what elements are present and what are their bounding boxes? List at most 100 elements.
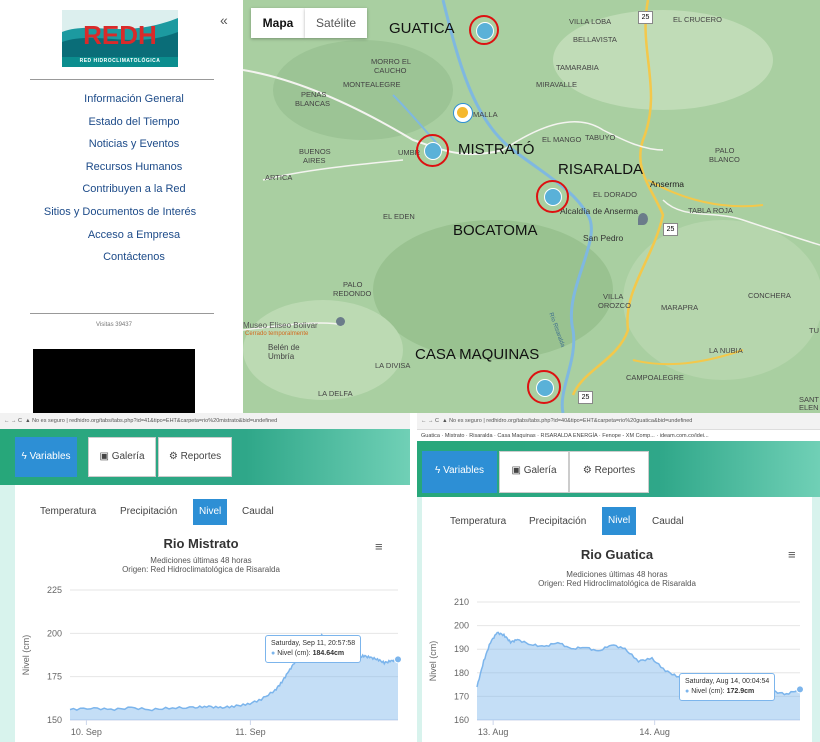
subtab-precipitacion[interactable]: Precipitación [120, 506, 177, 517]
variables-button[interactable]: ϟ Variables [422, 451, 497, 493]
town-label: CAMPOALEGRE [626, 373, 684, 382]
reportes-button[interactable]: ⚙ Reportes [569, 451, 649, 493]
town-label: TABUYO [585, 133, 616, 142]
subtab-nivel[interactable]: Nivel [602, 507, 637, 535]
town-label: VILLA [603, 292, 624, 301]
y-tick-label: 200 [47, 628, 62, 638]
chart-subtitle: Mediciones últimas 48 horas [566, 570, 668, 579]
y-tick-label: 190 [454, 644, 469, 654]
url-text[interactable]: No es seguro | redhidro.org/tabs/tabs.ph… [32, 418, 277, 424]
hover-point[interactable] [796, 685, 804, 694]
town-label: Umbría [268, 352, 295, 361]
image-icon: ▣ [511, 465, 521, 476]
chart-subtitle: Mediciones últimas 48 horas [150, 556, 252, 565]
y-axis-title: Nivel (cm) [428, 641, 438, 682]
nav-contribuyen-a-la-red[interactable]: Contribuyen a la Red [34, 183, 234, 195]
image-icon: ▣ [99, 451, 109, 462]
station-marker-casa-maquinas[interactable] [527, 370, 561, 404]
town-label: TABLA ROJA [688, 206, 733, 215]
x-tick-label: 13. Aug [478, 727, 509, 737]
chart-container: Temperatura Precipitación Nivel Caudal R… [417, 497, 820, 742]
town-label: PENAS [301, 90, 327, 99]
x-tick-label: 11. Sep [235, 727, 265, 737]
town-label: Belén de [268, 343, 300, 352]
warning-icon: ▲ [442, 418, 448, 424]
station-marker-guatica[interactable] [469, 15, 499, 45]
nav-estado-del-tiempo[interactable]: Estado del Tiempo [34, 116, 234, 128]
galeria-button[interactable]: ▣ Galería [88, 437, 156, 477]
chart-subtitle: Origen: Red Hidroclimatológica de Risara… [538, 579, 696, 588]
town-label: BLANCO [709, 155, 740, 164]
poi-status: Cerrado temporalmente [245, 331, 309, 337]
right-browser-panel: ← → C ▲ No es seguro | redhidro.org/tabs… [417, 413, 820, 742]
poi-alcaldia[interactable]: Alcaldía de Anserma [560, 206, 638, 216]
y-axis-title: Nivel (cm) [21, 635, 31, 676]
town-label: MONTEALEGRE [343, 80, 401, 89]
logo-text: REDH [83, 20, 157, 50]
reportes-button[interactable]: ⚙ Reportes [158, 437, 232, 477]
station-label-guatica: GUATICA [389, 20, 455, 37]
town-label: PALO [343, 280, 363, 289]
hover-point[interactable] [394, 655, 402, 664]
tab-toolbar: ϟ Variables ▣ Galería ⚙ Reportes [417, 441, 820, 497]
galeria-button[interactable]: ▣ Galería [499, 451, 569, 493]
nav-noticias-y-eventos[interactable]: Noticias y Eventos [34, 138, 234, 150]
y-tick-label: 180 [454, 668, 469, 678]
chart-tooltip: Saturday, Sep 11, 20:57:58 ● Nivel (cm):… [265, 635, 362, 663]
hamburger-menu-icon[interactable]: ≡ [375, 539, 383, 554]
chart-subtitle: Origen: Red Hidroclimatológica de Risara… [122, 565, 280, 574]
lightning-icon: ϟ [434, 465, 441, 476]
subtab-caudal[interactable]: Caudal [242, 506, 274, 517]
nav-arrows-icon[interactable]: ← → C [421, 418, 439, 424]
town-label: TAMARABIA [556, 63, 599, 72]
nav-recursos-humanos[interactable]: Recursos Humanos [34, 161, 234, 173]
map-tab-mapa[interactable]: Mapa [251, 8, 305, 38]
divider [30, 313, 214, 314]
map-tab-satelite[interactable]: Satélite [305, 8, 367, 38]
sidebar: REDH RED HIDROCLIMATOLÓGICA « Informació… [0, 0, 243, 413]
town-label: CAUCHO [374, 66, 407, 75]
subtab-temperatura[interactable]: Temperatura [450, 516, 506, 527]
town-label: BUENOS [299, 147, 331, 156]
nav-informacion-general[interactable]: Información General [34, 93, 234, 105]
y-tick-label: 210 [454, 597, 469, 607]
map-pin-icon[interactable] [336, 317, 345, 326]
nav-arrows-icon[interactable]: ← → C [4, 418, 22, 424]
browser-url-bar[interactable]: ← → C ▲ No es seguro | redhidro.org/tabs… [417, 413, 820, 430]
station-marker-mistrato[interactable] [416, 134, 449, 167]
x-tick-label: 14. Aug [639, 727, 670, 737]
nav-contactenos[interactable]: Contáctenos [34, 251, 234, 263]
town-label: MALLA [473, 110, 498, 119]
logo-subtitle: RED HIDROCLIMATOLÓGICA [79, 58, 161, 64]
town-label: TU [809, 326, 819, 335]
town-label: ELEN [799, 403, 819, 412]
weather-sun-icon[interactable] [453, 103, 473, 123]
chart-card: Temperatura Precipitación Nivel Caudal R… [422, 497, 812, 742]
guatica-level-chart: 160 170 180 190 200 210 Nivel (cm) 13. Aug 14. A… [428, 597, 804, 737]
subtab-nivel[interactable]: Nivel [193, 499, 228, 525]
map[interactable]: Mapa Satélite MORRO EL CAUCHO MONTEALEGR… [243, 0, 820, 413]
subtab-caudal[interactable]: Caudal [652, 516, 684, 527]
y-tick-label: 200 [454, 621, 469, 631]
town-label: MARAPRA [661, 303, 699, 312]
poi-museo[interactable]: Museo Eliseo Bolivar [243, 321, 318, 330]
town-label: LA DIVISA [375, 361, 411, 370]
map-pin-icon[interactable] [638, 213, 648, 225]
y-tick-label: 170 [454, 691, 469, 701]
road-shield: 25 [638, 11, 653, 24]
left-browser-panel: ← → C ▲ No es seguro | redhidro.org/tabs… [0, 413, 410, 742]
variables-button[interactable]: ϟ Variables [15, 437, 77, 477]
nav-sitios-y-documentos[interactable]: Sitios y Documentos de Interés [20, 206, 220, 218]
subtab-temperatura[interactable]: Temperatura [40, 506, 96, 517]
station-marker-risaralda[interactable] [536, 180, 569, 213]
y-tick-label: 160 [454, 715, 469, 725]
subtab-precipitacion[interactable]: Precipitación [529, 516, 586, 527]
collapse-icon[interactable]: « [220, 12, 228, 28]
visits-counter: Visitas 39437 [96, 322, 132, 328]
town-label: LA DELFA [318, 389, 353, 398]
gear-icon: ⚙ [168, 451, 178, 462]
nav-acceso-a-empresa[interactable]: Acceso a Empresa [34, 229, 234, 241]
hamburger-menu-icon[interactable]: ≡ [788, 547, 796, 562]
url-text[interactable]: No es seguro | redhidro.org/tabs/tabs.ph… [449, 418, 692, 424]
browser-url-bar[interactable]: ← → C ▲ No es seguro | redhidro.org/tabs… [0, 413, 410, 430]
